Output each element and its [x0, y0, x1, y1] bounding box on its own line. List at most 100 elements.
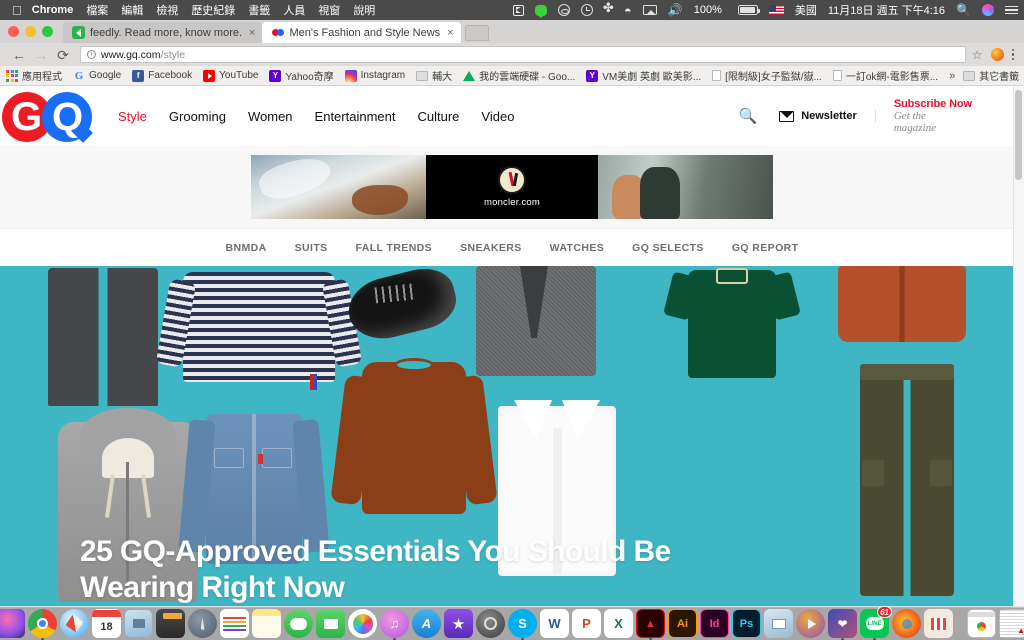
dock-item-photos-preview[interactable] [124, 609, 153, 638]
dock-item-word[interactable]: W [540, 609, 569, 638]
siri-icon[interactable] [982, 4, 994, 16]
forward-button[interactable]: → [30, 48, 52, 62]
bookmark-vm-drama[interactable]: Y VM美劇 英劇 歐美影... [586, 68, 701, 83]
creative-cloud-icon[interactable] [557, 4, 570, 16]
close-tab-icon[interactable]: × [447, 27, 453, 39]
dock-item-siri[interactable] [0, 609, 25, 638]
nav-item-grooming[interactable]: Grooming [169, 109, 226, 124]
dock-item-launchpad[interactable] [188, 609, 217, 638]
menu-item-window[interactable]: 視窗 [318, 2, 340, 18]
bookmark-star-icon[interactable]: ☆ [972, 49, 983, 61]
extension-icon[interactable] [990, 48, 1004, 61]
dock-item-illustrator[interactable]: Ai [668, 609, 697, 638]
bookmark-ticket[interactable]: 一訂ok網-電影售票... [832, 68, 938, 83]
subnav-item-fall-trends[interactable]: FALL TRENDS [356, 242, 433, 254]
hero-headline[interactable]: 25 GQ-Approved Essentials You Should Be … [80, 534, 671, 606]
subnav-item-gq-report[interactable]: GQ REPORT [732, 242, 799, 254]
dock-minimized-pdf-document[interactable]: ▲ [999, 609, 1024, 638]
menu-item-file[interactable]: 檔案 [86, 2, 108, 18]
dock-item-photoshop[interactable]: Ps [732, 609, 761, 638]
dock-item-photos[interactable] [348, 609, 377, 638]
dock-item-line[interactable]: LINE 61 [860, 606, 892, 640]
battery-icon[interactable] [733, 5, 760, 15]
search-icon[interactable]: 🔍 [739, 107, 758, 125]
bookmark-facebook[interactable]: f Facebook [132, 69, 192, 82]
nav-item-style[interactable]: Style [118, 109, 147, 124]
dock-item-reminders[interactable] [220, 609, 249, 638]
dock-item-messages[interactable] [284, 609, 313, 638]
dock-item-indesign[interactable]: Id [700, 609, 729, 638]
notification-center-icon[interactable] [1005, 5, 1018, 15]
other-bookmarks-folder[interactable]: 其它書籤 [963, 68, 1019, 83]
input-source-flag-icon[interactable] [768, 5, 784, 15]
nav-item-video[interactable]: Video [481, 109, 514, 124]
dock-item-chrome[interactable] [28, 609, 57, 640]
new-tab-button[interactable] [464, 25, 489, 41]
moncler-ad-banner[interactable]: moncler.com [251, 155, 773, 219]
menu-item-people[interactable]: 人員 [283, 2, 305, 18]
bookmarks-overflow-button[interactable]: » [949, 70, 955, 82]
dock-item-acrobat[interactable]: ▲ [636, 609, 665, 640]
wifi-icon[interactable]: ◓ [624, 4, 632, 17]
menu-item-view[interactable]: 檢視 [156, 2, 178, 18]
address-bar[interactable]: i www.gq.com/style [80, 46, 966, 63]
back-button[interactable]: ← [8, 48, 30, 62]
menu-bar-clock[interactable]: 11月18日 週五 下午4:16 [828, 2, 945, 18]
dock-item-itunes[interactable]: ♫ [380, 609, 409, 640]
dock-item-safari[interactable] [60, 609, 89, 638]
menu-item-bookmarks[interactable]: 書籤 [248, 2, 270, 18]
bluetooth-icon[interactable] [603, 1, 614, 17]
volume-icon[interactable]: 🔊 [668, 4, 683, 16]
bookmark-yahoo[interactable]: Y Yahoo奇摩 [269, 68, 334, 83]
battery-percent[interactable]: 100% [694, 4, 722, 16]
nav-item-women[interactable]: Women [248, 109, 293, 124]
bookmark-fju[interactable]: 輔大 [416, 68, 452, 83]
gq-logo-icon[interactable]: G Q [2, 90, 98, 143]
dock-item-preview[interactable] [764, 609, 793, 638]
menu-item-edit[interactable]: 編輯 [121, 2, 143, 18]
dock-item-notes[interactable] [252, 609, 281, 638]
close-window-button[interactable] [8, 26, 19, 37]
nav-item-culture[interactable]: Culture [417, 109, 459, 124]
dock-item-system-preferences[interactable] [476, 609, 505, 638]
bookmark-apps[interactable]: 應用程式 [6, 68, 62, 83]
dock-item-calculator[interactable] [156, 609, 185, 638]
scrollbar-thumb[interactable] [1015, 90, 1022, 180]
airplay-icon[interactable] [642, 5, 657, 15]
bookmark-youtube[interactable]: YouTube [203, 69, 258, 82]
browser-tab-feedly[interactable]: feedly. Read more, know more. × [63, 22, 263, 43]
bookmark-google-drive[interactable]: 我的雲端硬碟 - Goo... [463, 68, 575, 83]
bookmark-instagram[interactable]: Instagram [344, 69, 405, 82]
dock-item-powerpoint[interactable]: P [572, 609, 601, 638]
browser-tab-gq[interactable]: Men's Fashion and Style News × [262, 22, 461, 43]
nav-item-entertainment[interactable]: Entertainment [315, 109, 396, 124]
site-info-icon[interactable]: i [87, 50, 96, 59]
dock-item-app-store[interactable]: A [412, 609, 441, 638]
dock-item-popcorn-time[interactable] [924, 609, 953, 638]
newsletter-button[interactable]: Newsletter [779, 110, 876, 122]
subnav-item-gq-selects[interactable]: GQ SELECTS [632, 242, 704, 254]
dock-item-facetime[interactable] [316, 609, 345, 638]
hero-article[interactable]: VANS VANS Calvin Klein Calvin Klein 25 G… [0, 266, 1024, 608]
input-source-label[interactable]: 美國 [795, 2, 817, 18]
dock-item-excel[interactable]: X [604, 609, 633, 638]
subscribe-block[interactable]: Subscribe Now Get the magazine [876, 98, 972, 134]
chrome-menu-icon[interactable] [1011, 48, 1014, 61]
page-scrollbar[interactable] [1013, 86, 1024, 608]
dock-item-calendar[interactable]: 18 [92, 609, 121, 638]
dock-item-skype[interactable]: S [508, 609, 537, 640]
dock-item-firefox[interactable] [892, 609, 921, 638]
k-app-icon[interactable] [512, 4, 524, 16]
dock-item-kktix[interactable]: ❤ [828, 609, 857, 640]
dock-item-quicktime[interactable] [796, 609, 825, 638]
subnav-item-bnmda[interactable]: BNMDA [226, 242, 267, 254]
menu-item-history[interactable]: 歷史紀錄 [191, 2, 235, 18]
bookmark-oitnb[interactable]: [限制級]女子監獄/嶽... [712, 68, 822, 83]
dock-minimized-chrome-window[interactable] [967, 609, 996, 638]
subnav-item-suits[interactable]: SUITS [295, 242, 328, 254]
close-tab-icon[interactable]: × [249, 27, 255, 39]
apple-logo-icon[interactable]:  [12, 4, 22, 17]
subnav-item-watches[interactable]: WATCHES [550, 242, 605, 254]
dock-item-imovie[interactable]: ★ [444, 609, 473, 638]
line-icon[interactable] [534, 4, 547, 18]
